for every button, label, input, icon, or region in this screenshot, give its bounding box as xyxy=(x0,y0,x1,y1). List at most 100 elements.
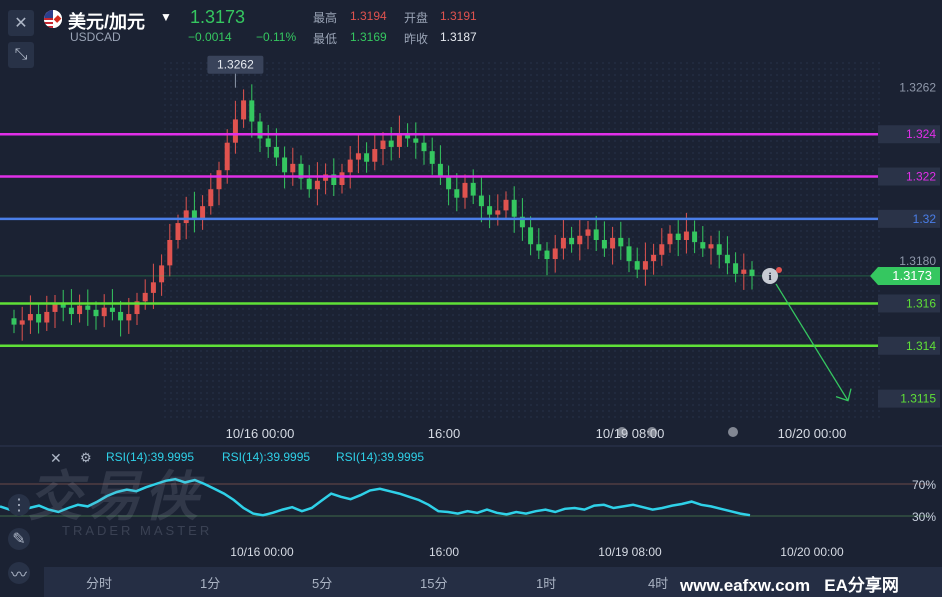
rsi-x-label-1: 16:00 xyxy=(429,545,459,559)
candle-body-64 xyxy=(536,244,542,251)
tab-timeframe-3[interactable]: 15分 xyxy=(420,573,447,592)
candle-body-32 xyxy=(273,146,279,158)
candle-body-55 xyxy=(462,182,468,198)
candle-body-83 xyxy=(692,231,698,243)
rsi-level-label-0: 70% xyxy=(912,478,936,492)
candle-body-52 xyxy=(437,163,443,177)
candle-body-75 xyxy=(626,246,632,262)
candle-body-79 xyxy=(659,244,665,255)
candle-body-10 xyxy=(93,309,99,317)
rsi-label-3: RSI(14):39.9995 xyxy=(336,450,425,464)
chart-type-icon[interactable]: 〰 xyxy=(8,562,30,584)
event-marker-1 xyxy=(617,427,627,437)
collapse-icon[interactable]: ⤡ xyxy=(8,42,34,68)
candle-body-31 xyxy=(265,138,271,147)
candle-body-70 xyxy=(585,229,591,236)
candle-body-29 xyxy=(249,100,255,122)
low-label: 最低 xyxy=(313,32,338,46)
candle-body-61 xyxy=(511,199,517,217)
candle-body-43 xyxy=(364,153,370,162)
candle-body-72 xyxy=(601,240,607,249)
candle-body-7 xyxy=(68,307,74,315)
candle-body-63 xyxy=(528,227,534,245)
candle-body-5 xyxy=(52,303,58,312)
tab-timeframe-2[interactable]: 5分 xyxy=(312,573,332,592)
candle-body-3 xyxy=(36,314,42,323)
candle-body-49 xyxy=(413,138,419,143)
rsi-label-2: RSI(14):39.9995 xyxy=(222,450,311,464)
prev-close-value: 1.3187 xyxy=(440,30,477,44)
hline-label-2: 1.32 xyxy=(913,212,937,226)
indicator-icon[interactable]: ⋮ xyxy=(8,494,30,516)
candle-body-60 xyxy=(503,199,509,211)
event-marker-2 xyxy=(647,427,657,437)
tab-timeframe-5[interactable]: 4时 xyxy=(648,573,668,592)
candle-body-16 xyxy=(142,292,148,302)
candle-body-21 xyxy=(183,210,189,224)
event-marker-0 xyxy=(728,427,738,437)
candle-body-58 xyxy=(487,206,493,215)
y-tick-label-2: 1.3115 xyxy=(900,392,936,406)
tab-timeframe-1[interactable]: 1分 xyxy=(200,573,220,592)
low-value: 1.3169 xyxy=(350,30,387,44)
rsi-x-label-3: 10/20 00:00 xyxy=(780,545,844,559)
usd-cad-flag-icon xyxy=(44,10,62,28)
candle-body-19 xyxy=(167,240,173,266)
candle-body-40 xyxy=(339,172,345,185)
candle-body-87 xyxy=(724,254,730,264)
candle-body-20 xyxy=(175,223,181,240)
symbol-code: USDCAD xyxy=(70,30,121,44)
candle-body-78 xyxy=(651,254,657,262)
candle-body-17 xyxy=(150,282,156,293)
watermark-subtitle: TRADER MASTER xyxy=(62,523,213,538)
rsi-settings-icon[interactable]: ⚙ xyxy=(80,450,92,466)
y-tick-label-1: 1.3180 xyxy=(899,254,936,268)
rsi-close-icon[interactable]: ✕ xyxy=(50,450,62,467)
y-tick-label-0: 1.3262 xyxy=(899,81,936,95)
open-label: 开盘 xyxy=(404,11,429,25)
candle-body-12 xyxy=(109,307,115,312)
candle-body-30 xyxy=(257,121,263,139)
pen-icon[interactable]: ✎ xyxy=(8,528,30,550)
close-button[interactable]: ✕ xyxy=(8,10,34,36)
candle-body-14 xyxy=(126,314,132,321)
candle-body-22 xyxy=(191,210,197,219)
candle-body-80 xyxy=(667,233,673,245)
candle-body-27 xyxy=(232,119,238,143)
tab-timeframe-0[interactable]: 分时 xyxy=(86,573,112,592)
candle-body-53 xyxy=(446,176,452,190)
candle-body-13 xyxy=(118,311,124,321)
tab-timeframe-4[interactable]: 1时 xyxy=(536,573,556,592)
candle-body-28 xyxy=(241,100,247,120)
price-change-percent: −0.11% xyxy=(256,30,297,44)
candle-body-25 xyxy=(216,170,222,190)
candle-body-2 xyxy=(27,314,33,321)
candle-body-36 xyxy=(306,178,312,190)
x-label-0: 10/16 00:00 xyxy=(226,426,295,441)
prev-close-label: 昨收 xyxy=(404,32,429,46)
candle-body-73 xyxy=(610,237,616,249)
x-label-3: 10/20 00:00 xyxy=(778,426,847,441)
info-icon-glyph: i xyxy=(768,271,771,283)
current-price-tag-text: 1.3173 xyxy=(892,268,932,283)
candle-body-4 xyxy=(44,311,50,323)
candle-body-65 xyxy=(544,250,550,260)
open-value: 1.3191 xyxy=(440,9,477,23)
candle-body-89 xyxy=(741,269,747,274)
candle-body-56 xyxy=(470,182,476,196)
candle-body-69 xyxy=(577,235,583,245)
candle-body-71 xyxy=(593,229,599,240)
candle-body-67 xyxy=(560,237,566,249)
candle-body-54 xyxy=(454,189,460,198)
rsi-level-label-1: 30% xyxy=(912,510,936,524)
candle-body-90 xyxy=(749,269,755,276)
chevron-down-icon[interactable]: ▼ xyxy=(160,10,172,24)
candle-body-88 xyxy=(733,263,739,274)
candle-body-66 xyxy=(552,248,558,260)
current-price: 1.3173 xyxy=(190,7,246,27)
map-dot-pattern xyxy=(160,60,880,420)
candle-body-57 xyxy=(478,195,484,207)
candle-body-51 xyxy=(429,151,435,164)
candle-body-1 xyxy=(19,320,25,325)
candle-body-33 xyxy=(282,157,288,173)
